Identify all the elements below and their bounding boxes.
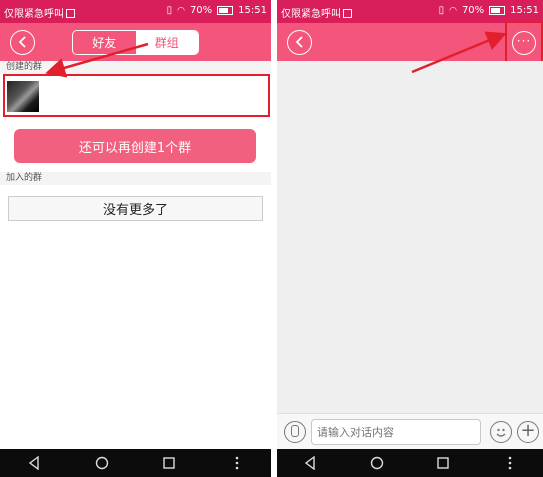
system-nav-bar [277, 449, 543, 477]
group-avatar [7, 81, 39, 112]
chat-area [277, 61, 543, 413]
back-arrow-icon [18, 36, 26, 48]
nav-back-icon[interactable] [298, 453, 322, 473]
battery-icon [217, 6, 234, 15]
tab-groups[interactable]: 群组 [135, 31, 198, 54]
clock: 15:51 [238, 5, 267, 16]
status-icons: ▯ ◠ 70% 15:51 [439, 5, 539, 16]
right-phone-screen: 仅限紧急呼叫 ▯ ◠ 70% 15:51 ··· + [277, 0, 543, 477]
battery-percent: 70% [189, 5, 213, 16]
status-icons: ▯ ◠ 70% 15:51 [167, 5, 267, 16]
message-input[interactable] [311, 419, 481, 445]
vibrate-icon: ▯ [438, 5, 445, 16]
system-nav-bar [0, 449, 271, 477]
nav-menu-icon[interactable] [498, 453, 522, 473]
wifi-icon: ◠ [449, 5, 457, 16]
vibrate-icon: ▯ [166, 5, 173, 16]
back-arrow-icon [295, 36, 303, 48]
sim-icon [66, 9, 75, 18]
sim-icon [343, 9, 352, 18]
microphone-icon[interactable] [284, 421, 306, 443]
back-button[interactable] [287, 30, 312, 55]
wifi-icon: ◠ [177, 5, 185, 16]
left-phone-screen: 仅限紧急呼叫 ▯ ◠ 70% 15:51 好友 群组 创建的群 还可以再创建1个… [0, 0, 271, 477]
more-button-highlight [505, 21, 543, 63]
status-bar: 仅限紧急呼叫 ▯ ◠ 70% 15:51 [277, 0, 543, 23]
carrier-status: 仅限紧急呼叫 [281, 5, 352, 20]
segment-control: 好友 群组 [72, 30, 199, 55]
tab-friends[interactable]: 好友 [73, 31, 136, 54]
nav-menu-icon[interactable] [225, 453, 249, 473]
nav-recents-icon[interactable] [157, 453, 181, 473]
emoji-icon[interactable] [490, 421, 512, 443]
nav-home-icon[interactable] [365, 453, 389, 473]
battery-icon [489, 6, 506, 15]
nav-recents-icon[interactable] [431, 453, 455, 473]
plus-icon[interactable]: + [517, 421, 539, 443]
battery-percent: 70% [461, 5, 485, 16]
app-bar: ··· [277, 23, 543, 61]
created-group-item[interactable] [3, 74, 270, 117]
joined-groups-header: 加入的群 [0, 172, 271, 185]
nav-back-icon[interactable] [22, 453, 46, 473]
app-bar: 好友 群组 [0, 23, 271, 61]
back-button[interactable] [10, 30, 35, 55]
clock: 15:51 [510, 5, 539, 16]
created-groups-header: 创建的群 [0, 61, 271, 74]
create-group-button[interactable]: 还可以再创建1个群 [14, 129, 256, 163]
no-more-button[interactable]: 没有更多了 [8, 196, 263, 221]
nav-home-icon[interactable] [90, 453, 114, 473]
status-bar: 仅限紧急呼叫 ▯ ◠ 70% 15:51 [0, 0, 271, 23]
carrier-status: 仅限紧急呼叫 [4, 5, 75, 20]
chat-input-bar: + [277, 413, 543, 449]
